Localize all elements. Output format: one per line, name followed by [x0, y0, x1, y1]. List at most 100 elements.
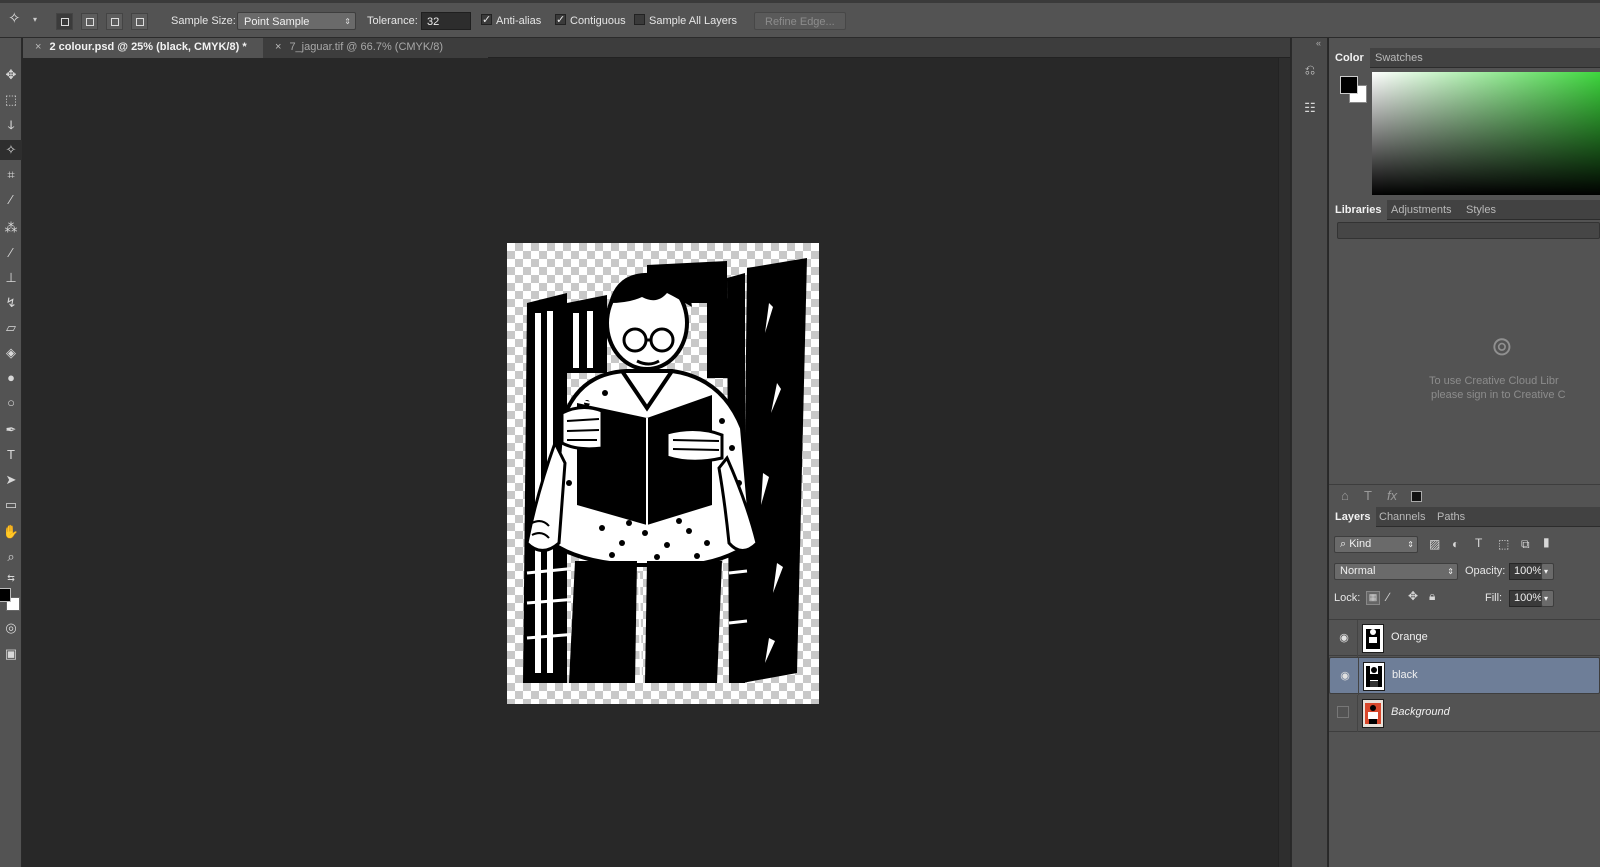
- move-tool-icon[interactable]: ✥: [0, 65, 22, 85]
- filter-pixel-layers-icon[interactable]: ▨: [1429, 537, 1440, 551]
- blur-tool-icon[interactable]: ●: [0, 368, 22, 388]
- layer-row-background[interactable]: Background: [1329, 695, 1600, 732]
- eyedropper-tool-icon[interactable]: ⁄: [0, 190, 22, 210]
- screen-mode-icon[interactable]: ▣: [0, 644, 22, 664]
- vertical-scrollbar[interactable]: [1278, 58, 1290, 867]
- history-brush-tool-icon[interactable]: ↯: [0, 293, 22, 313]
- crop-tool-icon[interactable]: ⌗: [0, 165, 22, 185]
- fill-input[interactable]: 100%: [1509, 590, 1542, 607]
- sample-all-layers-label: Sample All Layers: [649, 15, 738, 27]
- lock-transparent-pixels-icon[interactable]: ▦: [1366, 591, 1380, 605]
- subtract-from-selection-button[interactable]: [106, 13, 123, 30]
- tab-channels[interactable]: Channels: [1373, 507, 1431, 527]
- zoom-tool-icon[interactable]: ⌕: [0, 547, 22, 567]
- lock-position-icon[interactable]: ✥: [1408, 589, 1418, 603]
- properties-panel-icon[interactable]: ☷: [1300, 100, 1320, 118]
- fill-slider-button[interactable]: ▾: [1541, 590, 1554, 607]
- tolerance-label: Tolerance:: [367, 15, 418, 27]
- add-color-icon[interactable]: [1411, 491, 1422, 502]
- eraser-tool-icon[interactable]: ▱: [0, 318, 22, 338]
- anti-alias-checkbox[interactable]: Anti-alias: [481, 11, 542, 30]
- sample-all-layers-checkbox[interactable]: Sample All Layers: [634, 12, 737, 30]
- history-panel-icon[interactable]: ⎌: [1300, 62, 1320, 80]
- eye-icon[interactable]: ◉: [1338, 632, 1350, 644]
- rectangle-tool-icon[interactable]: ▭: [0, 495, 22, 515]
- document-canvas[interactable]: [507, 243, 819, 704]
- add-character-style-icon[interactable]: T: [1364, 488, 1372, 503]
- add-graphic-icon[interactable]: ⌂: [1341, 488, 1349, 503]
- marquee-tool-icon[interactable]: ⬚: [0, 90, 22, 110]
- library-search-field[interactable]: [1337, 222, 1600, 239]
- tab-libraries[interactable]: Libraries: [1329, 200, 1388, 220]
- tab-color[interactable]: Color: [1329, 48, 1370, 68]
- layer-row-black[interactable]: ◉ black: [1329, 657, 1600, 695]
- color-panel-tabs: Color Swatches: [1329, 48, 1600, 68]
- opacity-slider-button[interactable]: ▾: [1541, 563, 1554, 580]
- row-divider: [1358, 658, 1359, 695]
- pen-tool-icon[interactable]: ✒: [0, 420, 22, 440]
- hand-tool-icon[interactable]: ✋: [0, 522, 22, 542]
- tab-7-jaguar-tif[interactable]: × 7_jaguar.tif @ 66.7% (CMYK/8): [263, 38, 488, 58]
- creative-cloud-icon: ⊚: [1491, 331, 1513, 361]
- quick-mask-icon[interactable]: ◎: [0, 618, 22, 638]
- filter-smart-objects-icon[interactable]: ⧉: [1521, 537, 1530, 552]
- tab-layers[interactable]: Layers: [1329, 507, 1377, 527]
- tab-styles[interactable]: Styles: [1460, 200, 1502, 220]
- brush-tool-icon[interactable]: ∕: [0, 243, 22, 263]
- artwork-illustration: [523, 258, 807, 684]
- refine-edge-button[interactable]: Refine Edge...: [754, 12, 846, 30]
- path-selection-tool-icon[interactable]: ➤: [0, 470, 22, 490]
- opacity-input[interactable]: 100%: [1509, 563, 1542, 580]
- clone-stamp-tool-icon[interactable]: ⊥: [0, 268, 22, 288]
- filter-adjustment-layers-icon[interactable]: ◐: [1452, 537, 1459, 551]
- magic-wand-tool-icon[interactable]: ✧: [0, 140, 22, 160]
- dodge-tool-icon[interactable]: ○: [0, 393, 22, 413]
- anti-alias-label: Anti-alias: [496, 15, 542, 27]
- layer-row-orange[interactable]: ◉ Orange: [1329, 619, 1600, 657]
- filter-type-layers-icon[interactable]: T: [1475, 536, 1482, 550]
- tab-paths[interactable]: Paths: [1431, 507, 1471, 527]
- layers-panel-tabs: Layers Channels Paths: [1329, 507, 1600, 527]
- blend-mode-select[interactable]: Normal ⇕: [1334, 563, 1458, 580]
- foreground-color-swatch[interactable]: [0, 588, 11, 602]
- tool-preset-chevron-icon[interactable]: ▾: [33, 11, 37, 29]
- cc-message-line-2: please sign in to Creative C: [1431, 389, 1566, 401]
- tab-label: 2 colour.psd @ 25% (black, CMYK/8) *: [49, 41, 247, 53]
- cc-signin-message: To use Creative Cloud Libr please sign i…: [1429, 374, 1600, 402]
- blend-mode-value: Normal: [1340, 565, 1376, 577]
- filter-shape-layers-icon[interactable]: ⬚: [1498, 537, 1509, 551]
- select-arrows-icon: ⇕: [344, 17, 351, 26]
- swap-colors-icon[interactable]: ⇆: [0, 568, 22, 588]
- add-to-selection-button[interactable]: [81, 13, 98, 30]
- tab-2-colour-psd[interactable]: × 2 colour.psd @ 25% (black, CMYK/8) *: [23, 38, 263, 58]
- collapse-dock-icon[interactable]: «: [1316, 38, 1321, 48]
- magic-wand-icon[interactable]: ✧: [8, 10, 21, 28]
- tab-adjustments[interactable]: Adjustments: [1385, 200, 1458, 220]
- contiguous-label: Contiguous: [570, 15, 626, 27]
- sample-size-select[interactable]: Point Sample ⇕: [237, 12, 356, 30]
- panel-dock: « ⎌ ☷: [1291, 38, 1328, 867]
- tolerance-input[interactable]: 32: [421, 12, 471, 30]
- type-tool-icon[interactable]: T: [0, 445, 22, 465]
- opacity-label: Opacity:: [1465, 565, 1506, 577]
- layer-filter-select[interactable]: ⌕ Kind ⇕: [1334, 536, 1418, 553]
- paint-bucket-tool-icon[interactable]: ◈: [0, 343, 22, 363]
- libraries-panel-tabs: Libraries Adjustments Styles: [1329, 200, 1600, 220]
- add-layer-style-icon[interactable]: fx: [1387, 488, 1397, 503]
- close-tab-icon[interactable]: ×: [275, 41, 281, 53]
- intersect-selection-button[interactable]: [131, 13, 148, 30]
- filter-toggle-icon[interactable]: ▮: [1543, 535, 1550, 549]
- lock-image-pixels-icon[interactable]: ∕: [1387, 590, 1389, 604]
- close-tab-icon[interactable]: ×: [35, 41, 41, 53]
- color-foreground-swatch[interactable]: [1340, 76, 1358, 94]
- healing-brush-tool-icon[interactable]: ⁂: [0, 218, 22, 238]
- lock-all-icon[interactable]: 🔒︎: [1429, 589, 1435, 604]
- visibility-toggle-off[interactable]: [1337, 706, 1349, 718]
- tab-swatches[interactable]: Swatches: [1369, 48, 1429, 68]
- new-selection-button[interactable]: [56, 13, 73, 30]
- layer-name: Orange: [1391, 631, 1428, 643]
- contiguous-checkbox[interactable]: Contiguous: [555, 11, 626, 30]
- eye-icon[interactable]: ◉: [1339, 670, 1351, 682]
- color-spectrum-field[interactable]: [1372, 72, 1600, 195]
- lasso-tool-icon[interactable]: ↆ: [0, 115, 22, 135]
